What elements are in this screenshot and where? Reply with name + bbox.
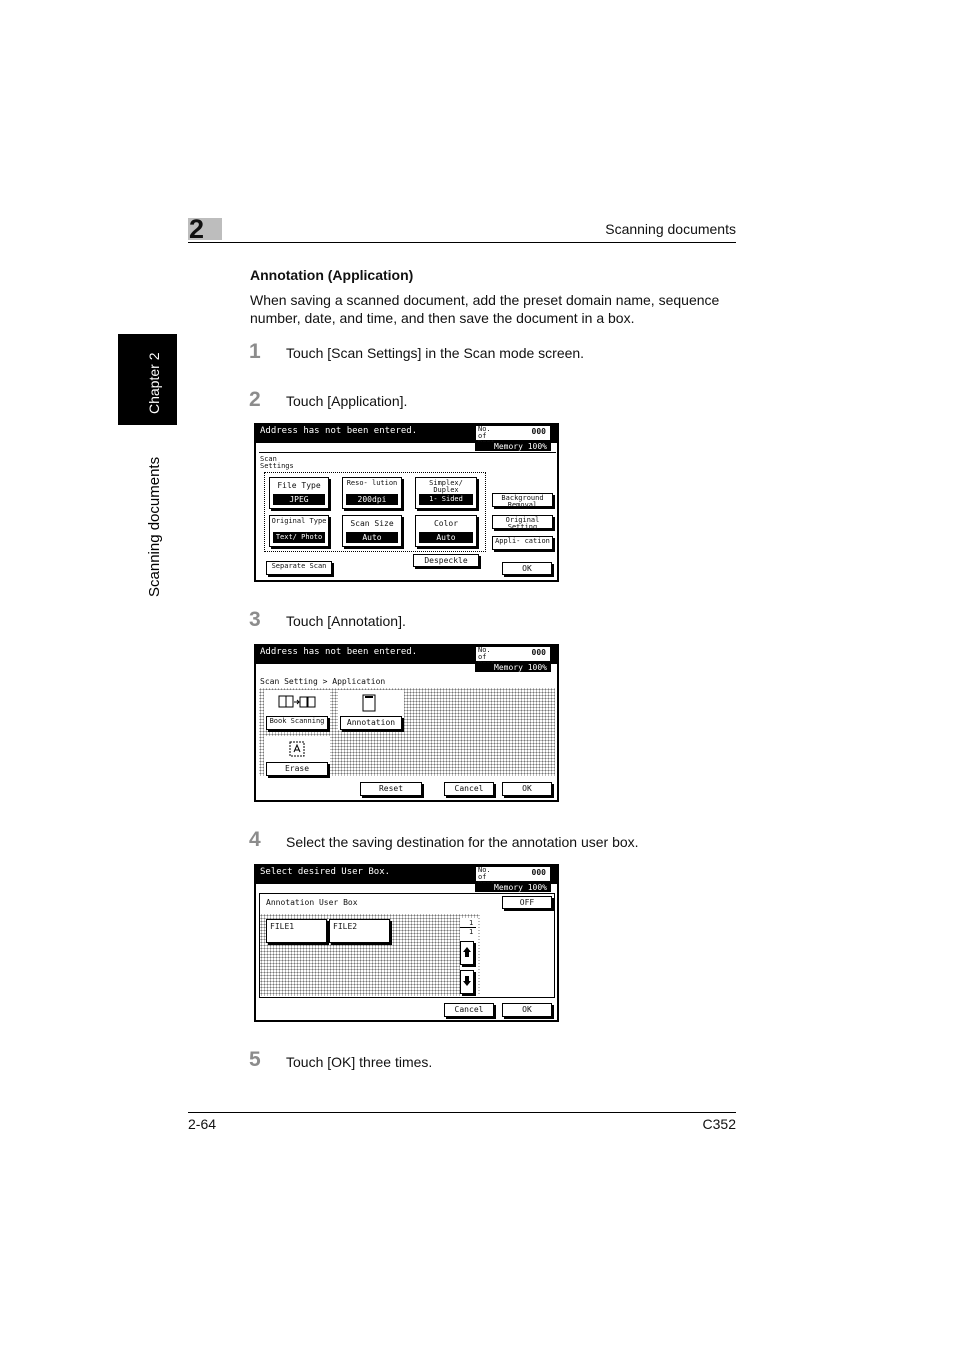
message-bar: Address has not been entered. No. of Des…: [256, 425, 557, 447]
arrow-up-icon: [463, 947, 471, 957]
screen-title: Scan Settings: [260, 455, 294, 470]
step-text: Touch [Application].: [286, 393, 408, 409]
breadcrumb: Scan Setting > Application: [260, 677, 386, 686]
application-screen: Address has not been entered. No. of Des…: [254, 644, 559, 802]
annotation-icon: [361, 693, 377, 713]
destination-count: No. of Dest. 000: [475, 646, 551, 668]
ok-button[interactable]: OK: [502, 782, 552, 796]
page-number: 2-64: [188, 1116, 217, 1132]
message-bar: Address has not been entered. No. of Des…: [256, 646, 557, 668]
erase-icon: [289, 741, 305, 757]
step-text: Touch [Annotation].: [286, 613, 406, 629]
scan-settings-screen: Address has not been entered. No. of Des…: [254, 423, 559, 582]
message-text: Select desired User Box.: [260, 867, 391, 877]
header-rule: [188, 242, 736, 243]
ok-button[interactable]: OK: [502, 1003, 552, 1017]
step-number: 2: [249, 388, 261, 411]
simplex-duplex-button[interactable]: Simplex/ Duplex 1- Sided: [415, 477, 477, 509]
memory-indicator: Memory 100%: [475, 883, 551, 892]
step-text: Touch [Scan Settings] in the Scan mode s…: [286, 345, 585, 361]
side-tab-section-label: Scanning documents: [146, 456, 163, 597]
page-total: 1: [469, 928, 474, 936]
original-setting-button[interactable]: Original Setting: [492, 515, 553, 531]
page-current: 1: [469, 919, 474, 927]
reset-button[interactable]: Reset: [360, 782, 422, 796]
book-scanning-button[interactable]: Book Scanning: [266, 716, 328, 730]
message-bar: Select desired User Box. No. of Dest. 00…: [256, 866, 557, 888]
scroll-down-button[interactable]: [460, 970, 474, 994]
resolution-button[interactable]: Reso- lution 200dpi: [342, 477, 402, 509]
application-button[interactable]: Appli- cation: [492, 536, 553, 550]
memory-indicator: Memory 100%: [475, 442, 551, 451]
file-type-button[interactable]: File Type JPEG: [269, 477, 329, 509]
step-number: 5: [249, 1048, 261, 1071]
dest-value: 000: [531, 868, 546, 877]
step-number: 3: [249, 608, 261, 631]
off-button[interactable]: OFF: [502, 896, 552, 909]
section-heading: Annotation (Application): [250, 267, 414, 283]
user-box-screen: Select desired User Box. No. of Dest. 00…: [254, 864, 559, 1022]
user-box-file1[interactable]: FILE1: [266, 919, 327, 943]
message-text: Address has not been entered.: [260, 426, 418, 436]
arrow-down-icon: [463, 976, 471, 986]
original-type-button[interactable]: Original Type Text/ Photo: [269, 515, 329, 547]
box-title: Annotation User Box: [266, 898, 358, 907]
footer-rule: [188, 1112, 736, 1113]
separate-scan-button[interactable]: Separate Scan: [266, 561, 332, 575]
running-header-title: Scanning documents: [605, 221, 736, 237]
step-number: 4: [249, 828, 261, 851]
memory-indicator: Memory 100%: [475, 663, 551, 672]
step-text: Select the saving destination for the an…: [286, 834, 639, 850]
destination-count: No. of Dest. 000: [475, 866, 551, 888]
cancel-button[interactable]: Cancel: [444, 782, 494, 796]
destination-count: No. of Dest. 000: [475, 425, 551, 447]
dest-value: 000: [531, 427, 546, 436]
scan-size-button[interactable]: Scan Size Auto: [342, 515, 402, 547]
scroll-up-button[interactable]: [460, 941, 474, 965]
step-text: Touch [OK] three times.: [286, 1054, 433, 1070]
ok-button[interactable]: OK: [502, 562, 552, 575]
despeckle-button[interactable]: Despeckle: [413, 554, 479, 567]
book-scanning-icon: [278, 695, 316, 709]
erase-button[interactable]: Erase: [266, 762, 328, 776]
dest-value: 000: [531, 648, 546, 657]
message-text: Address has not been entered.: [260, 647, 418, 657]
model-name: C352: [702, 1116, 736, 1132]
annotation-button[interactable]: Annotation: [340, 716, 402, 730]
background-removal-button[interactable]: Background Removal: [492, 493, 553, 509]
side-tab-chapter-label: Chapter 2: [146, 352, 162, 414]
intro-paragraph: When saving a scanned document, add the …: [250, 292, 720, 326]
step-number: 1: [249, 340, 261, 363]
color-button[interactable]: Color Auto: [415, 515, 477, 547]
chapter-number: 2: [189, 214, 205, 244]
user-box-file2[interactable]: FILE2: [329, 919, 390, 943]
cancel-button[interactable]: Cancel: [444, 1003, 494, 1017]
